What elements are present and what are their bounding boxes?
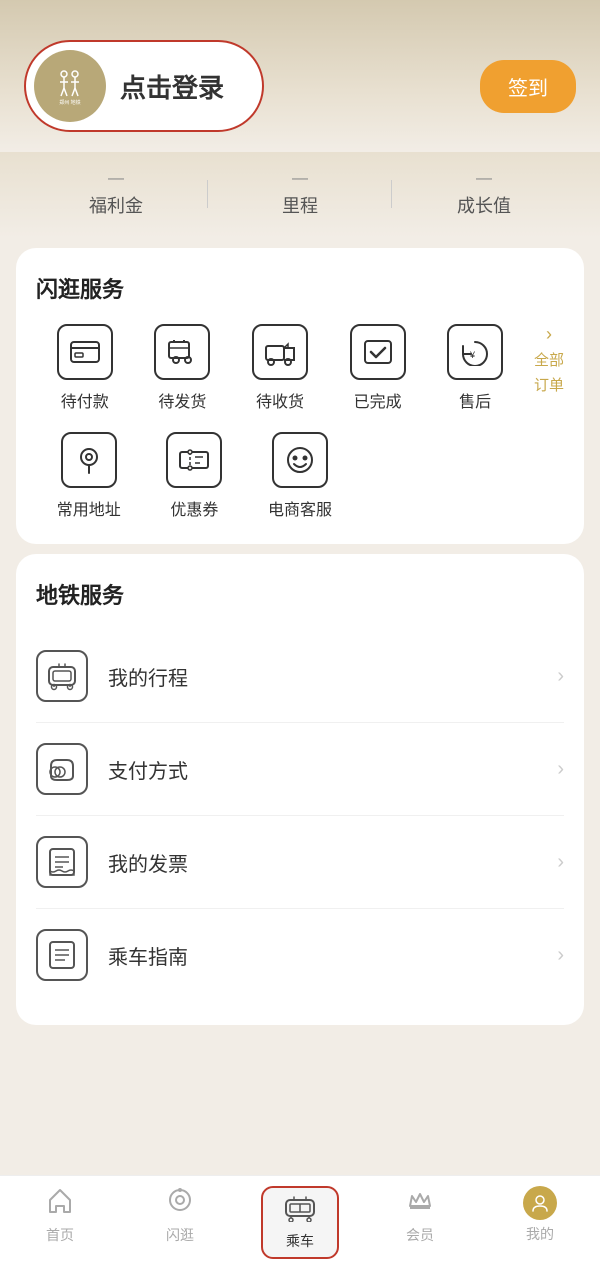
- svg-text:¥: ¥: [469, 350, 476, 360]
- guide-chevron-icon: ›: [557, 944, 564, 967]
- metro-item-payment[interactable]: 支付方式 ›: [36, 723, 564, 816]
- home-icon: [46, 1186, 74, 1221]
- main-content: 闪逛服务 待付款: [0, 248, 600, 1135]
- order-aftersale[interactable]: ¥ 售后: [426, 324, 524, 412]
- bottom-nav: 首页 闪逛: [0, 1175, 600, 1275]
- aftersale-icon: ¥: [447, 324, 503, 380]
- customer-service[interactable]: 电商客服: [247, 432, 353, 520]
- all-orders-button[interactable]: › 全部 订单: [524, 324, 564, 395]
- payment-icon: [36, 743, 88, 795]
- pending-receive-label: 待收货: [256, 388, 304, 412]
- completed-icon: [350, 324, 406, 380]
- guide-label: 乘车指南: [108, 941, 557, 970]
- trip-icon: [36, 650, 88, 702]
- order-pending-ship[interactable]: 待发货: [134, 324, 232, 412]
- profile-card[interactable]: 郑州 地铁 点击登录: [24, 40, 264, 132]
- nav-mine[interactable]: 我的: [480, 1186, 600, 1259]
- login-label: 点击登录: [120, 68, 224, 105]
- customer-service-icon: [272, 432, 328, 488]
- payment-chevron-icon: ›: [557, 758, 564, 781]
- stat-fulijin[interactable]: — 福利金: [24, 170, 208, 218]
- pending-payment-label: 待付款: [61, 388, 109, 412]
- pending-ship-label: 待发货: [158, 388, 206, 412]
- mine-nav-label: 我的: [526, 1224, 554, 1244]
- nav-member[interactable]: 会员: [360, 1186, 480, 1259]
- customer-service-label: 电商客服: [268, 496, 332, 520]
- invoice-icon: [36, 836, 88, 888]
- svg-text:郑州 地铁: 郑州 地铁: [59, 99, 80, 106]
- nav-metro[interactable]: 乘车: [240, 1186, 360, 1259]
- shopping-nav-label: 闪逛: [166, 1225, 194, 1245]
- all-orders-arrow-icon: ›: [546, 324, 552, 345]
- metro-item-guide[interactable]: 乘车指南 ›: [36, 909, 564, 1001]
- metro-nav-icon: [283, 1194, 317, 1227]
- licheng-value: —: [292, 170, 308, 188]
- fulijin-value: —: [108, 170, 124, 188]
- pending-ship-icon: [154, 324, 210, 380]
- trip-label: 我的行程: [108, 662, 557, 691]
- completed-label: 已完成: [354, 388, 402, 412]
- fulijin-label: 福利金: [89, 192, 143, 218]
- address-icon: [61, 432, 117, 488]
- metro-service-title: 地铁服务: [36, 578, 564, 610]
- order-icons-grid: 待付款 待发货: [36, 324, 564, 412]
- nav-home[interactable]: 首页: [0, 1186, 120, 1259]
- avatar: 郑州 地铁: [34, 50, 106, 122]
- trip-chevron-icon: ›: [557, 665, 564, 688]
- pending-receive-icon: [252, 324, 308, 380]
- checkin-button[interactable]: 签到: [480, 60, 576, 113]
- bag-icon: [166, 1186, 194, 1221]
- all-orders-label1: 全部: [534, 349, 564, 370]
- aftersale-label: 售后: [459, 388, 491, 412]
- pending-payment-icon: [57, 324, 113, 380]
- chenzhangzhi-value: —: [476, 170, 492, 188]
- metro-item-invoice[interactable]: 我的发票 ›: [36, 816, 564, 909]
- coupon[interactable]: 优惠券: [142, 432, 248, 520]
- metro-nav-label: 乘车: [286, 1231, 314, 1251]
- extra-icons-row: 常用地址 优惠券: [36, 432, 564, 520]
- address-label: 常用地址: [57, 496, 121, 520]
- metro-item-trip[interactable]: 我的行程 ›: [36, 630, 564, 723]
- coupon-icon: [166, 432, 222, 488]
- order-icons-row: 待付款 待发货: [36, 324, 524, 412]
- common-address[interactable]: 常用地址: [36, 432, 142, 520]
- mine-avatar-icon: [523, 1186, 557, 1220]
- header-section: 郑州 地铁 点击登录 签到: [0, 0, 600, 152]
- all-orders-label2: 订单: [534, 374, 564, 395]
- metro-service-card: 地铁服务 我的行程 ›: [16, 554, 584, 1025]
- shopping-service-card: 闪逛服务 待付款: [16, 248, 584, 544]
- licheng-label: 里程: [282, 192, 318, 218]
- invoice-chevron-icon: ›: [557, 851, 564, 874]
- order-pending-receive[interactable]: 待收货: [231, 324, 329, 412]
- invoice-label: 我的发票: [108, 848, 557, 877]
- coupon-label: 优惠券: [170, 496, 218, 520]
- nav-shopping[interactable]: 闪逛: [120, 1186, 240, 1259]
- stat-chenzhangzhi[interactable]: — 成长值: [392, 170, 576, 218]
- payment-label: 支付方式: [108, 755, 557, 784]
- guide-icon: [36, 929, 88, 981]
- member-nav-label: 会员: [406, 1225, 434, 1245]
- home-nav-label: 首页: [46, 1225, 74, 1245]
- stat-licheng[interactable]: — 里程: [208, 170, 392, 218]
- order-completed[interactable]: 已完成: [329, 324, 427, 412]
- metro-logo-icon: 郑州 地铁: [48, 64, 92, 108]
- shopping-service-title: 闪逛服务: [36, 272, 564, 304]
- metro-nav-active-bg: 乘车: [261, 1186, 339, 1259]
- order-pending-payment[interactable]: 待付款: [36, 324, 134, 412]
- crown-icon: [406, 1186, 434, 1221]
- stats-row: — 福利金 — 里程 — 成长值: [0, 152, 600, 238]
- chenzhangzhi-label: 成长值: [457, 192, 511, 218]
